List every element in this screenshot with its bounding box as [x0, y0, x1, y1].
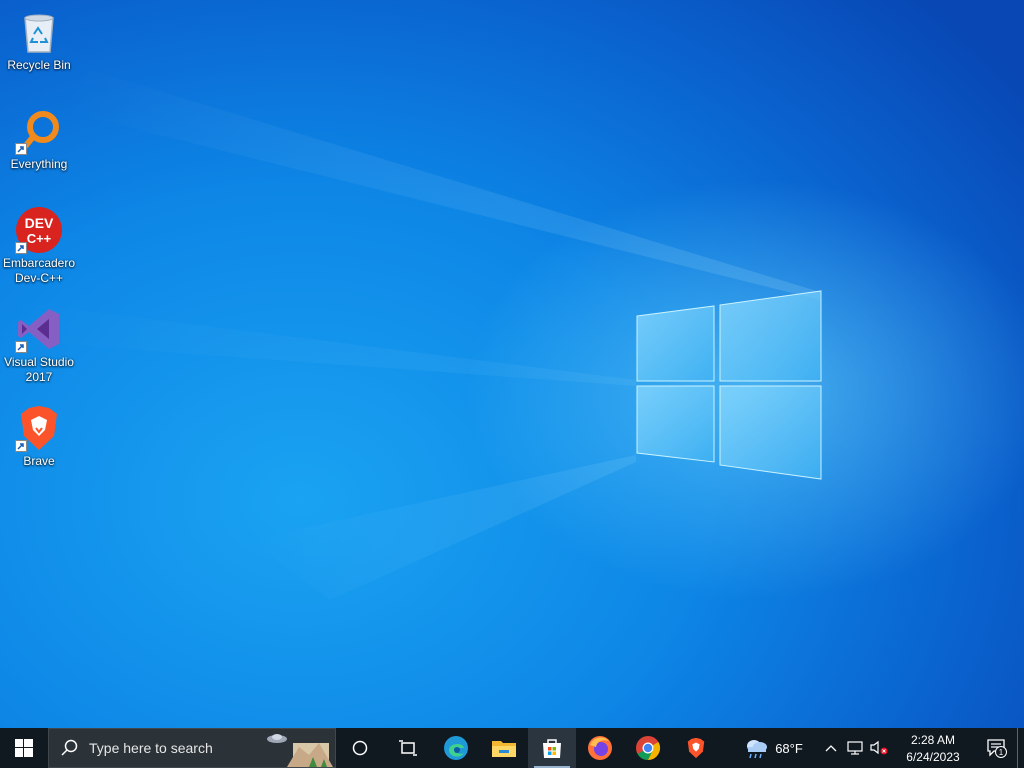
recycle-bin-icon [15, 8, 63, 56]
clock-date: 6/24/2023 [906, 749, 960, 764]
brave-icon [687, 737, 705, 759]
task-view-icon [399, 740, 417, 756]
desktop-icon-visual-studio[interactable]: Visual Studio 2017 [1, 299, 77, 385]
search-highlight-icon [267, 734, 333, 767]
search-box[interactable]: Type here to search [48, 728, 336, 768]
desktop-icon-label: Brave [23, 454, 55, 468]
desktop-icon-label: Embarcadero Dev-C++ [2, 256, 76, 285]
chevron-up-icon [825, 745, 837, 752]
action-center-button[interactable]: 1 [977, 728, 1017, 768]
everything-search-icon [15, 107, 63, 155]
desktop[interactable]: Recycle Bin Everything DEV C++ Embarcade… [0, 0, 1024, 728]
chrome-icon [636, 736, 661, 760]
desktop-icon-brave[interactable]: Brave [1, 398, 77, 469]
clock-time: 2:28 AM [910, 732, 956, 747]
taskbar-app-brave[interactable] [672, 728, 720, 768]
show-hidden-icons-button[interactable] [819, 728, 843, 768]
desktop-icon-devcpp[interactable]: DEV C++ Embarcadero Dev-C++ [1, 200, 77, 286]
volume-muted-icon [870, 740, 888, 755]
desktop-icon-label: Everything [10, 157, 68, 171]
shortcut-arrow-icon [15, 440, 27, 452]
svg-text:DEV: DEV [25, 215, 54, 231]
taskbar-app-firefox[interactable] [576, 728, 624, 768]
windows-logo-icon [15, 739, 33, 757]
shortcut-arrow-icon [15, 242, 27, 254]
taskbar: Type here to search 68°F 2:28 AM 6/24/20… [0, 728, 1024, 768]
weather-temp: 68°F [775, 740, 803, 756]
network-icon [847, 741, 863, 755]
shortcut-arrow-icon [15, 143, 27, 155]
visual-studio-icon [15, 305, 63, 353]
taskbar-app-file-explorer[interactable] [480, 728, 528, 768]
clock[interactable]: 2:28 AM 6/24/2023 [895, 728, 971, 768]
cloudy-rain-icon [747, 740, 768, 759]
volume-button[interactable] [867, 728, 891, 768]
task-view-button[interactable] [384, 728, 432, 768]
desktop-icon-recycle-bin[interactable]: Recycle Bin [1, 2, 77, 73]
desktop-icon-everything[interactable]: Everything [1, 101, 77, 172]
search-icon [61, 739, 78, 756]
show-desktop-button[interactable] [1017, 728, 1024, 768]
taskbar-app-chrome[interactable] [624, 728, 672, 768]
firefox-icon [588, 736, 612, 760]
file-explorer-icon [492, 741, 516, 757]
weather-widget[interactable]: 68°F [733, 728, 813, 768]
cortana-button[interactable] [336, 728, 384, 768]
search-placeholder: Type here to search [89, 740, 213, 756]
brave-icon [15, 404, 63, 452]
notification-icon: 1 [987, 739, 1007, 758]
wallpaper-logo [0, 70, 822, 600]
shortcut-arrow-icon [15, 341, 27, 353]
desktop-icon-label: Visual Studio 2017 [4, 355, 74, 384]
network-button[interactable] [843, 728, 867, 768]
start-button[interactable] [0, 728, 48, 768]
devcpp-icon: DEV C++ [15, 206, 63, 254]
svg-text:C++: C++ [27, 231, 52, 246]
cortana-circle-icon [352, 740, 368, 756]
taskbar-app-microsoft-store[interactable] [528, 728, 576, 768]
desktop-icon-label: Recycle Bin [7, 58, 71, 72]
microsoft-store-icon [543, 739, 561, 758]
notification-count: 1 [999, 748, 1004, 757]
taskbar-app-edge[interactable] [432, 728, 480, 768]
edge-icon [444, 736, 468, 760]
